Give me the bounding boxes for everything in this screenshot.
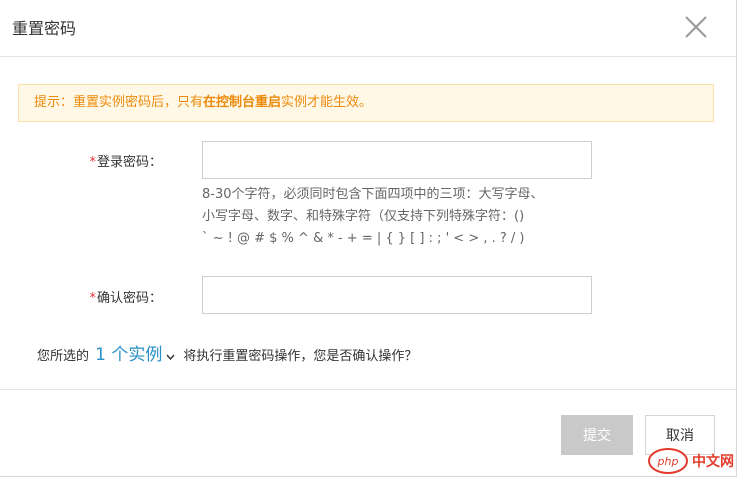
confirm-message: 您所选的 1 个实例 将执行重置密码操作，您是否确认操作？ [37, 340, 417, 365]
password-hint-line-1: 8-30个字符，必须同时包含下面四项中的三项：大写字母、 [202, 187, 544, 202]
confirm-suffix: 将执行重置密码操作，您是否确认操作？ [183, 349, 418, 364]
password-hint: 8-30个字符，必须同时包含下面四项中的三项：大写字母、 小写字母、数字、和特殊… [202, 184, 602, 250]
required-mark: * [89, 155, 96, 170]
dialog-header: 重置密码 [0, 0, 736, 57]
watermark-logo-text: php [657, 455, 679, 468]
confirm-password-input[interactable] [202, 276, 592, 314]
watermark: php 中文网 [648, 446, 734, 476]
submit-button[interactable]: 提交 [561, 415, 633, 455]
password-hint-line-3: ` ~ ! @ # $ % ^ & * - + = | { } [ ] : ; … [202, 231, 525, 246]
footer-divider [0, 389, 736, 390]
password-label: *登录密码： [12, 151, 162, 170]
notice-prefix: 提示：重置实例密码后，只有 [34, 95, 204, 110]
dialog-title: 重置密码 [12, 19, 77, 38]
php-logo-icon: php [648, 448, 688, 474]
reset-password-dialog: 重置密码 提示：重置实例密码后，只有在控制台重启实例才能生效。 *登录密码： 8… [0, 0, 737, 477]
notice-banner: 提示：重置实例密码后，只有在控制台重启实例才能生效。 [18, 84, 714, 122]
password-input[interactable] [202, 141, 592, 179]
notice-emphasis: 在控制台重启 [203, 95, 282, 110]
notice-suffix: 实例才能生效。 [281, 95, 373, 110]
password-hint-line-2: 小写字母、数字、和特殊字符（仅支持下列特殊字符：() [202, 209, 525, 224]
confirm-password-label: *确认密码： [12, 287, 162, 306]
instances-link[interactable]: 1 个实例 [95, 345, 162, 365]
password-label-text: 登录密码： [96, 155, 162, 170]
chevron-down-icon[interactable] [166, 349, 175, 364]
confirm-password-label-text: 确认密码： [96, 291, 162, 306]
required-mark: * [89, 291, 96, 306]
watermark-text: 中文网 [692, 454, 734, 470]
close-icon[interactable] [684, 15, 708, 39]
confirm-prefix: 您所选的 [37, 349, 90, 364]
